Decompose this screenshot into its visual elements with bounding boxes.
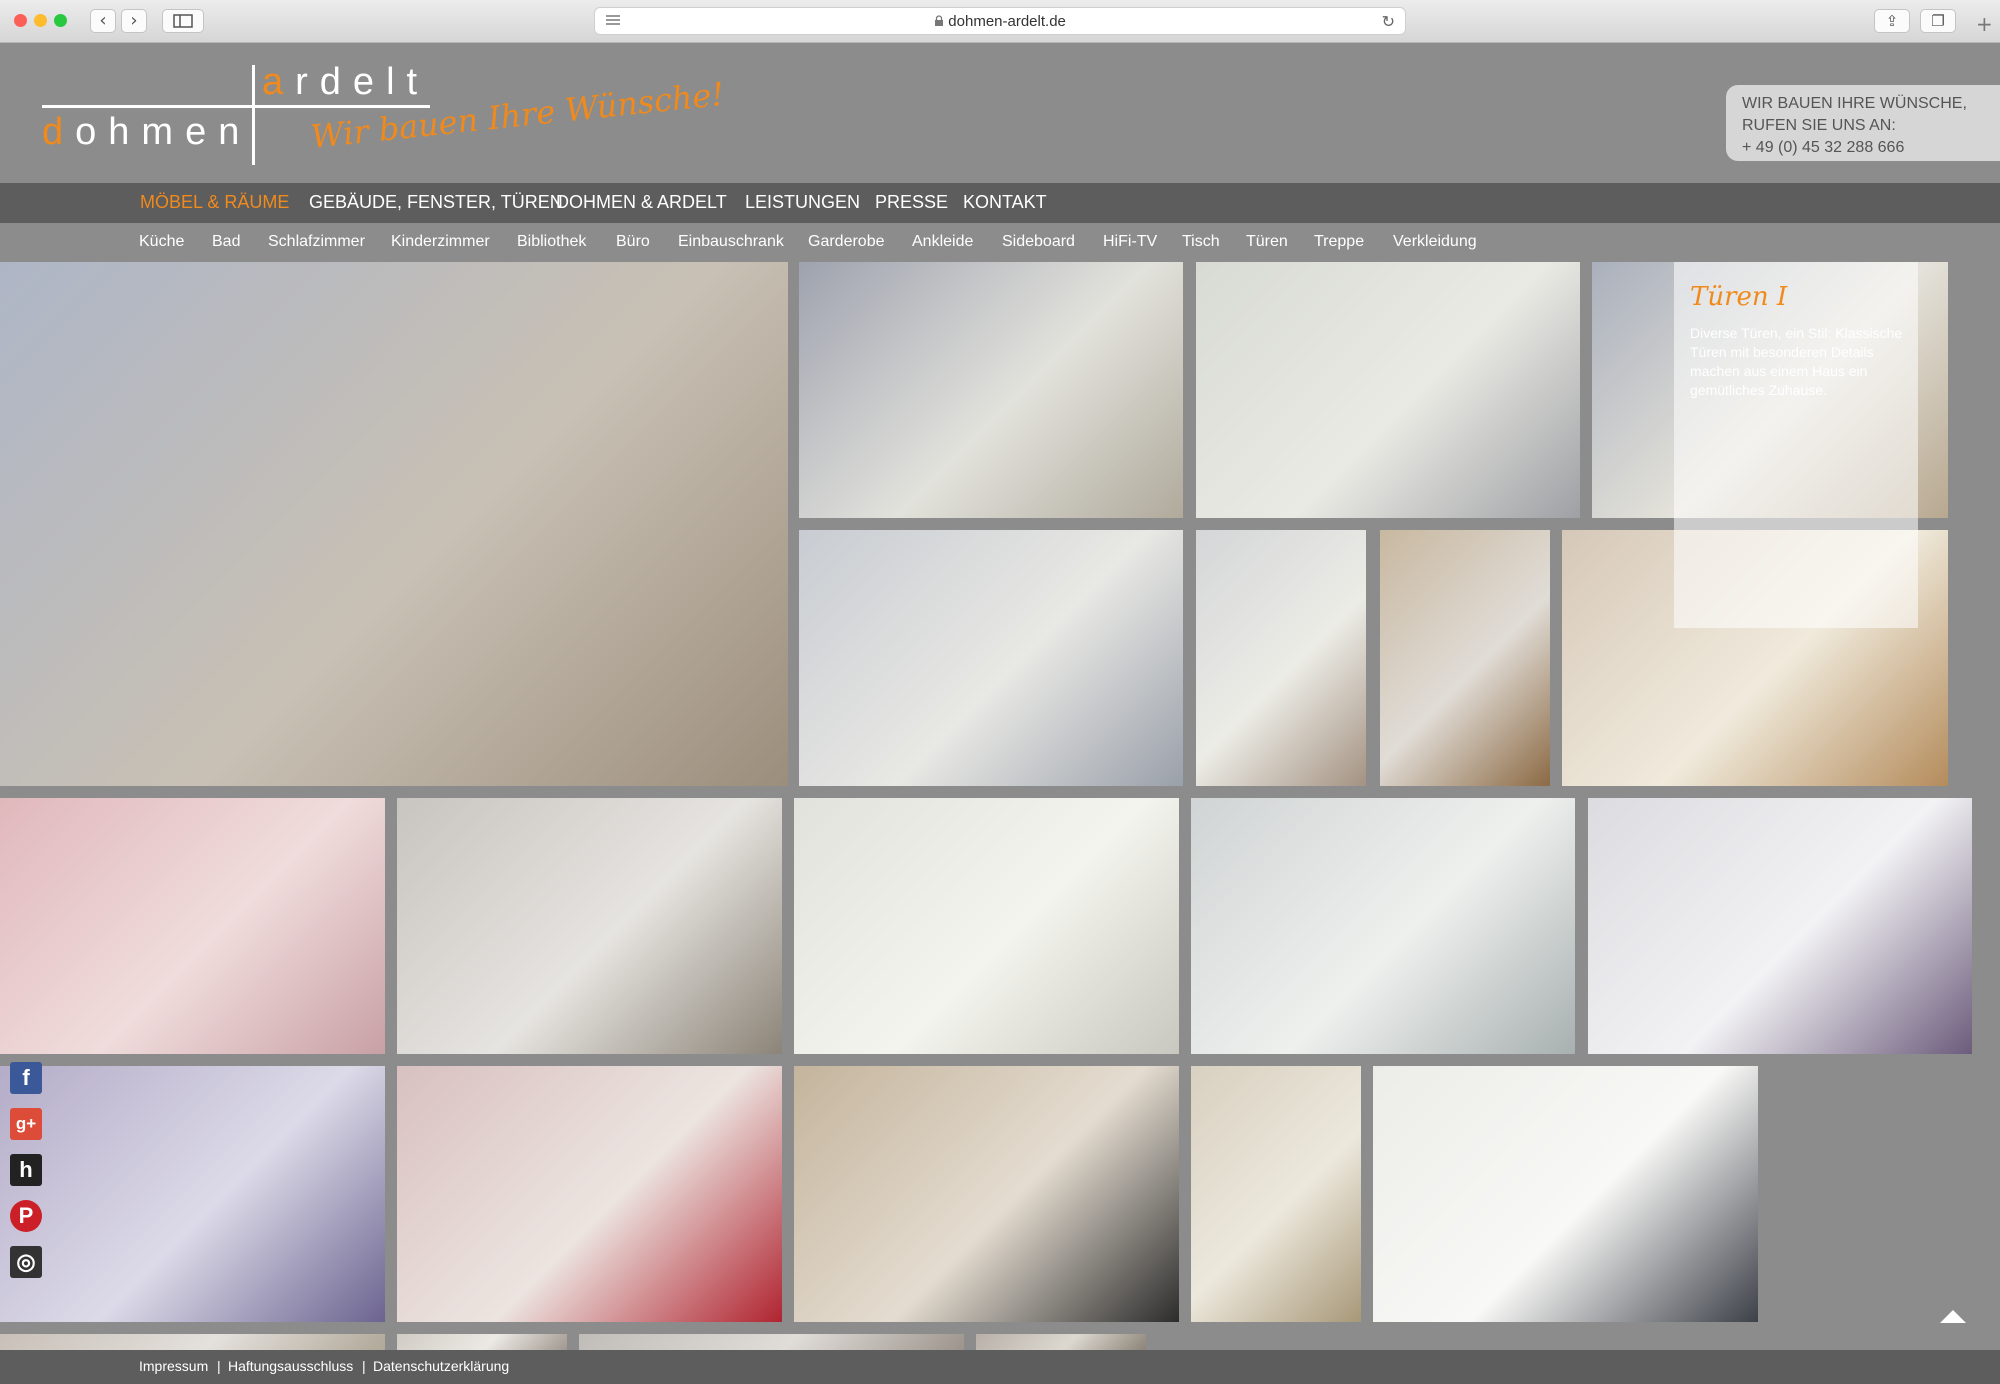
subnav-einbauschrank[interactable]: Einbauschrank bbox=[678, 233, 784, 251]
back-icon[interactable]: ‹ bbox=[90, 9, 116, 33]
url-text: dohmen-ardelt.de bbox=[948, 13, 1066, 30]
subnav-schlafzimmer[interactable]: Schlafzimmer bbox=[268, 233, 365, 251]
gallery-photo[interactable] bbox=[1380, 530, 1550, 786]
subnav-kinderzimmer[interactable]: Kinderzimmer bbox=[391, 233, 490, 251]
gallery-title: Türen I bbox=[1690, 282, 1788, 312]
gallery-photo[interactable] bbox=[794, 1066, 1179, 1322]
tabs-icon[interactable]: ❐ bbox=[1920, 9, 1956, 33]
subnav-garderobe[interactable]: Garderobe bbox=[808, 233, 885, 251]
scroll-to-top-icon[interactable] bbox=[1940, 1310, 1966, 1323]
subnav-tueren[interactable]: Türen bbox=[1246, 233, 1288, 251]
gallery-photo[interactable] bbox=[1191, 1066, 1361, 1322]
subnav-ankleide[interactable]: Ankleide bbox=[912, 233, 973, 251]
facebook-icon[interactable]: f bbox=[10, 1062, 42, 1094]
logo-word-dohmen: dohmen bbox=[42, 111, 251, 154]
logo-word-dohmen-rest: ohmen bbox=[75, 111, 252, 153]
contact-line-1: WIR BAUEN IHRE WÜNSCHE, bbox=[1742, 95, 1967, 112]
site-footer: Impressum | Haftungsausschluss | Datensc… bbox=[0, 1350, 2000, 1384]
subnav-buero[interactable]: Büro bbox=[616, 233, 650, 251]
nav-dohmen-ardelt[interactable]: DOHMEN & ARDELT bbox=[556, 192, 727, 213]
logo-word-ardelt: ardelt bbox=[262, 61, 429, 104]
subnav-bad[interactable]: Bad bbox=[212, 233, 240, 251]
subnav-sideboard[interactable]: Sideboard bbox=[1002, 233, 1075, 251]
footer-separator: | bbox=[217, 1358, 221, 1374]
gallery-photo[interactable] bbox=[0, 1066, 385, 1322]
sub-navigation: Küche Bad Schlafzimmer Kinderzimmer Bibl… bbox=[0, 223, 2000, 261]
houzz-icon[interactable]: h bbox=[10, 1154, 42, 1186]
gallery-photo[interactable] bbox=[799, 530, 1183, 786]
gallery-photo[interactable] bbox=[1373, 1066, 1758, 1322]
google-plus-icon[interactable]: g+ bbox=[10, 1108, 42, 1140]
contact-line-2: RUFEN SIE UNS AN: bbox=[1742, 117, 1896, 134]
logo-letter-a: a bbox=[262, 61, 296, 103]
address-bar[interactable]: dohmen-ardelt.de ↻ bbox=[594, 7, 1406, 35]
nav-leistungen[interactable]: LEISTUNGEN bbox=[745, 192, 860, 213]
subnav-bibliothek[interactable]: Bibliothek bbox=[517, 233, 586, 251]
subnav-verkleidung[interactable]: Verkleidung bbox=[1393, 233, 1477, 251]
contact-box: WIR BAUEN IHRE WÜNSCHE, RUFEN SIE UNS AN… bbox=[1726, 85, 2000, 161]
gallery-photo[interactable] bbox=[0, 1334, 385, 1350]
logo-vertical-line bbox=[252, 65, 255, 165]
gallery-photo[interactable] bbox=[1196, 262, 1580, 518]
gallery-photo[interactable] bbox=[397, 1066, 782, 1322]
gallery-info-panel: Türen I Diverse Türen, ein Stil: Klassis… bbox=[1674, 262, 1918, 628]
pinterest-icon[interactable]: P bbox=[10, 1200, 42, 1232]
instagram-icon[interactable]: ◎ bbox=[10, 1246, 42, 1278]
logo-horizontal-line bbox=[42, 105, 430, 108]
forward-icon[interactable]: › bbox=[121, 9, 147, 33]
footer-datenschutz[interactable]: Datenschutzerklärung bbox=[373, 1358, 509, 1374]
footer-haftungsausschluss[interactable]: Haftungsausschluss bbox=[228, 1358, 353, 1374]
gallery-photo[interactable] bbox=[397, 798, 782, 1054]
gallery-photo[interactable] bbox=[397, 1334, 567, 1350]
gallery-photo[interactable] bbox=[794, 798, 1179, 1054]
zoom-window-button[interactable] bbox=[54, 14, 67, 27]
close-window-button[interactable] bbox=[14, 14, 27, 27]
nav-moebel-raeume[interactable]: MÖBEL & RÄUME bbox=[140, 192, 289, 213]
sidebar-icon[interactable] bbox=[162, 9, 204, 33]
lock-icon bbox=[934, 13, 948, 30]
gallery-photo[interactable] bbox=[1196, 530, 1366, 786]
nav-presse[interactable]: PRESSE bbox=[875, 192, 948, 213]
gallery-photo[interactable] bbox=[579, 1334, 964, 1350]
gallery-photo[interactable] bbox=[1191, 798, 1575, 1054]
new-tab-icon[interactable]: + bbox=[1976, 12, 1993, 36]
gallery-photo[interactable] bbox=[1588, 798, 1972, 1054]
site-header: ardelt dohmen Wir bauen Ihre Wünsche! WI… bbox=[0, 43, 2000, 183]
footer-impressum[interactable]: Impressum bbox=[139, 1358, 208, 1374]
nav-kontakt[interactable]: KONTAKT bbox=[963, 192, 1047, 213]
subnav-hifi-tv[interactable]: HiFi-TV bbox=[1103, 233, 1157, 251]
subnav-tisch[interactable]: Tisch bbox=[1182, 233, 1220, 251]
browser-toolbar: ‹ › dohmen-ardelt.de ↻ ⇪ ❐ + bbox=[0, 0, 2000, 43]
share-icon[interactable]: ⇪ bbox=[1874, 9, 1910, 33]
contact-phone[interactable]: + 49 (0) 45 32 288 666 bbox=[1742, 139, 1904, 157]
subnav-kueche[interactable]: Küche bbox=[139, 233, 184, 251]
gallery-description: Diverse Türen, ein Stil: Klassische Türe… bbox=[1690, 325, 1903, 398]
gallery-photo[interactable] bbox=[799, 262, 1183, 518]
subnav-treppe[interactable]: Treppe bbox=[1314, 233, 1364, 251]
logo-letter-d: d bbox=[42, 111, 76, 153]
logo-word-ardelt-rest: rdelt bbox=[295, 61, 430, 103]
minimize-window-button[interactable] bbox=[34, 14, 47, 27]
footer-separator: | bbox=[362, 1358, 366, 1374]
gallery-photo[interactable] bbox=[0, 262, 788, 786]
main-navigation: MÖBEL & RÄUME GEBÄUDE, FENSTER, TÜREN DO… bbox=[0, 183, 2000, 223]
reload-icon[interactable]: ↻ bbox=[1382, 12, 1395, 31]
nav-gebaeude-fenster-tueren[interactable]: GEBÄUDE, FENSTER, TÜREN bbox=[309, 192, 563, 213]
gallery-photo[interactable] bbox=[0, 798, 385, 1054]
gallery-photo[interactable] bbox=[976, 1334, 1146, 1350]
